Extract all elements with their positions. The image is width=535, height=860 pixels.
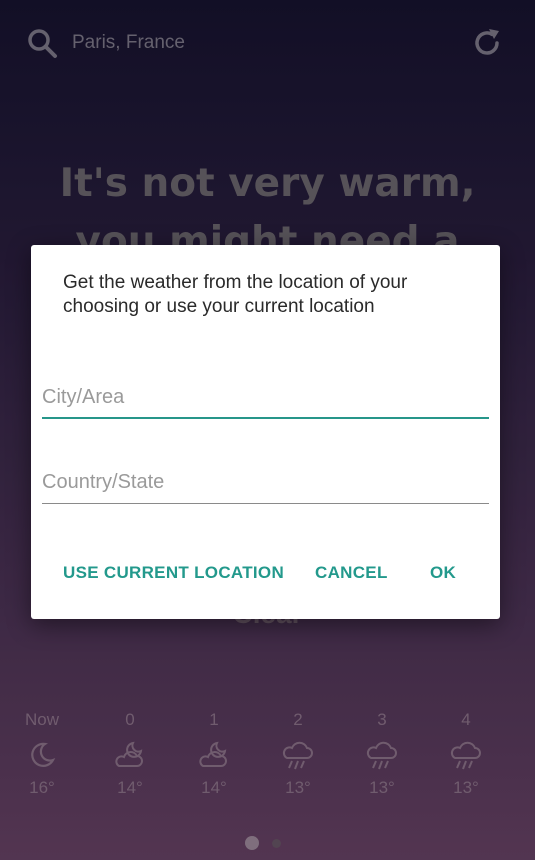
country-field [42,464,489,504]
location-dialog: Get the weather from the location of you… [31,245,500,619]
city-underline [42,417,489,419]
ok-button[interactable]: OK [430,563,456,583]
city-input[interactable] [42,379,489,415]
dialog-message: Get the weather from the location of you… [63,272,408,317]
use-current-location-button[interactable]: USE CURRENT LOCATION [63,563,284,583]
city-field [42,379,489,419]
country-input[interactable] [42,464,489,500]
cancel-button[interactable]: CANCEL [315,563,388,583]
country-underline [42,503,489,504]
